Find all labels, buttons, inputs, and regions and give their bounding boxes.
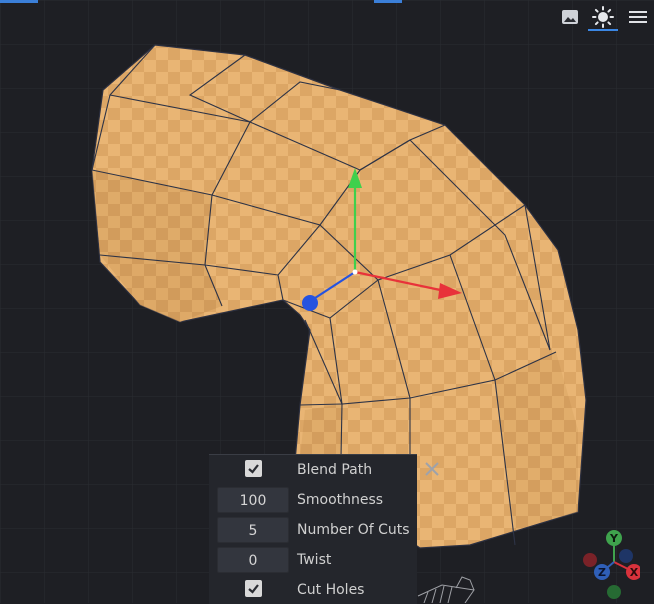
y-axis-label: Y [609,532,619,545]
smoothness-label: Smoothness [297,492,384,508]
cut-holes-row[interactable]: Cut Holes [217,576,417,604]
active-tool-indicator [588,29,618,31]
axis-orientation-gizmo[interactable]: Y X Z [580,528,640,600]
blend-path-row[interactable]: Blend Path [217,456,417,484]
number-of-cuts-input[interactable]: 5 [217,517,289,543]
neg-x-axis-ball[interactable] [583,553,597,567]
close-icon [425,462,439,476]
hamburger-menu-icon[interactable] [627,6,649,28]
twist-label: Twist [297,552,332,568]
neg-y-axis-ball[interactable] [607,585,621,599]
top-tab-indicator-2 [374,0,402,3]
blend-path-checkbox[interactable] [245,460,262,477]
checkmark-icon [248,464,259,474]
top-tab-indicator-1 [0,0,38,3]
number-of-cuts-row[interactable]: 5 Number Of Cuts [217,516,417,544]
neg-z-axis-ball[interactable] [619,549,633,563]
number-of-cuts-label: Number Of Cuts [297,522,410,538]
checkmark-icon [248,584,259,594]
blend-path-label: Blend Path [297,462,373,478]
twist-input[interactable]: 0 [217,547,289,573]
close-panel-button[interactable] [423,460,441,478]
x-axis-label: X [630,566,639,579]
smoothness-row[interactable]: 100 Smoothness [217,486,417,514]
operator-panel: Blend Path 100 Smoothness 5 Number Of Cu… [209,454,417,604]
smoothness-input[interactable]: 100 [217,487,289,513]
z-axis-label: Z [598,566,606,579]
image-icon[interactable] [559,6,581,28]
z-axis-handle[interactable] [302,295,318,311]
cut-holes-checkbox[interactable] [245,580,262,597]
sun-icon[interactable] [592,6,614,28]
cut-holes-label: Cut Holes [297,582,365,598]
twist-row[interactable]: 0 Twist [217,546,417,574]
